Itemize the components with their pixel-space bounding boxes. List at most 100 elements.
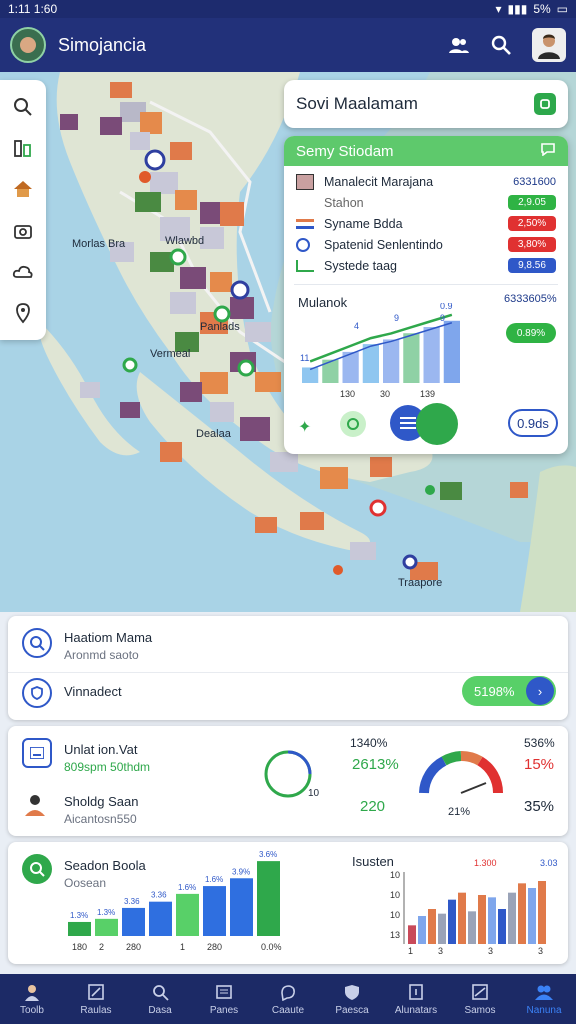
panel-row-pill: 2,9.05	[508, 195, 556, 210]
nav-item-raulas[interactable]: Raulas	[68, 982, 124, 1016]
x-tick-label: 1	[408, 946, 413, 956]
battery-icon: ▭	[556, 2, 568, 16]
house-icon[interactable]	[9, 175, 37, 203]
stat1: 1340%	[350, 736, 388, 750]
nav-item-paesca[interactable]: Paesca	[324, 982, 380, 1016]
zoom-search-icon[interactable]	[9, 93, 37, 121]
bar-value-label: 1.3%	[97, 908, 115, 917]
frame-icon	[406, 982, 426, 1002]
bar	[508, 892, 516, 944]
y-tick-label: 10	[390, 870, 400, 880]
panel-row-pill: 3,80%	[508, 237, 556, 252]
panel-chart-badge: 0.89%	[506, 323, 556, 343]
nav-label: Raulas	[80, 1005, 112, 1016]
nav-item-toolb[interactable]: Toolb	[4, 982, 60, 1016]
panel-chart-value: 6333605%	[504, 293, 557, 305]
trend-icon	[296, 259, 314, 272]
ring-label: 10	[308, 788, 320, 799]
x-tick-label: 280	[126, 942, 141, 952]
app-title: Simojancia	[58, 34, 147, 55]
card-icon[interactable]	[22, 738, 52, 768]
nav-item-caaute[interactable]: Caaute	[260, 982, 316, 1016]
progress-ring	[264, 750, 312, 798]
stat2: 220	[360, 798, 386, 815]
bar-value-label: 3.9%	[232, 867, 250, 876]
bar	[257, 861, 280, 936]
panel-bottom-badge[interactable]: 0.9ds	[508, 409, 558, 437]
wifi-icon: ▾	[495, 2, 502, 16]
panel-chart-label: 9	[440, 313, 445, 323]
card1-badge-pill[interactable]: 5198% ›	[462, 676, 556, 706]
nav-item-dasa[interactable]: Dasa	[132, 982, 188, 1016]
bottom-nav: Toolb Raulas Dasa Panes Caaute Paesca Alunatar…	[0, 974, 576, 1024]
bar-chart-right: 101010131 3 3 31.300 3.03	[390, 858, 558, 956]
bar	[468, 911, 476, 944]
shield-icon	[342, 982, 362, 1002]
confirm-button[interactable]	[416, 403, 458, 445]
nav-item-alunatars[interactable]: Alunatars	[388, 982, 444, 1016]
user-avatar[interactable]	[10, 27, 46, 63]
image-icon	[296, 173, 314, 190]
eco-icon[interactable]	[340, 411, 366, 437]
panel-x-tick: 130	[340, 389, 355, 399]
signal-icon: ▮▮▮	[507, 2, 528, 16]
bar	[498, 909, 506, 944]
leaf-icon[interactable]: ✦	[298, 417, 311, 437]
x-tick-label: 0.0%	[261, 942, 282, 952]
card-icon	[214, 982, 234, 1002]
cloud-icon[interactable]	[9, 258, 37, 286]
bar	[176, 893, 199, 936]
panel-row[interactable]: Syname Bdda 2,50%	[284, 213, 568, 234]
bar	[122, 907, 145, 936]
right3: 35%	[524, 798, 555, 815]
card2-title: Unlat ion.Vat	[64, 742, 138, 757]
building-icon[interactable]	[9, 134, 37, 162]
panel-bar	[383, 339, 400, 383]
x-tick-label: 3	[538, 946, 543, 956]
panel-bar	[362, 344, 379, 383]
bar	[418, 916, 426, 944]
panel-row-label: Spatenid Senlentindo	[324, 237, 443, 252]
panel-row[interactable]: Manalecit Marajana 6331600	[284, 171, 568, 192]
panel-row[interactable]: Spatenid Senlentindo 3,80%	[284, 234, 568, 255]
search-icon[interactable]	[490, 34, 512, 56]
nav-item-samos[interactable]: Samos	[452, 982, 508, 1016]
filter-button[interactable]	[534, 93, 556, 115]
panel-rows: Manalecit Marajana 6331600 Stahon 2,9.05…	[284, 166, 568, 276]
pin-icon[interactable]	[9, 299, 37, 327]
shield-circle-icon[interactable]	[22, 678, 52, 708]
person-icon[interactable]	[22, 792, 48, 823]
camera-icon[interactable]	[9, 217, 37, 245]
search-bar[interactable]	[284, 80, 568, 128]
map-label-4: Panlads	[200, 321, 240, 333]
panel-row-label: Syname Bdda	[324, 216, 403, 231]
search-green-icon[interactable]	[22, 854, 52, 884]
y-tick-label: 13	[390, 930, 400, 940]
search-input[interactable]	[296, 94, 534, 114]
panel-row[interactable]: Systede taag 9,8.56	[284, 255, 568, 276]
bar	[538, 881, 546, 944]
bar	[488, 897, 496, 944]
status-icons: ▾ ▮▮▮ 5% ▭	[495, 2, 568, 16]
nav-item-panes[interactable]: Panes	[196, 982, 252, 1016]
panel-x-tick: 139	[420, 389, 435, 399]
panel-row[interactable]: Stahon 2,9.05	[284, 192, 568, 213]
x-tick-label: 2	[99, 942, 104, 952]
bar	[149, 901, 172, 936]
profile-avatar[interactable]	[532, 28, 566, 62]
stripe-icon	[296, 218, 314, 229]
bar	[428, 909, 436, 944]
people-icon[interactable]	[448, 34, 470, 56]
right1: 536%	[524, 736, 555, 750]
arrow-icon[interactable]: ›	[526, 677, 554, 705]
bubble-icon	[278, 982, 298, 1002]
nav-item-nanuna[interactable]: Nanuna	[516, 982, 572, 1016]
search-circle-icon[interactable]	[22, 628, 52, 658]
info-panel: Semy Stiodam Manalecit Marajana 6331600 …	[284, 136, 568, 454]
panel-bar	[443, 320, 460, 383]
chat-icon[interactable]	[540, 142, 556, 160]
panel-bar	[302, 367, 319, 383]
map-label-1: Morlas Bra	[72, 238, 126, 250]
card2-row2-title: Sholdg Saan	[64, 794, 139, 809]
bar	[518, 883, 526, 944]
